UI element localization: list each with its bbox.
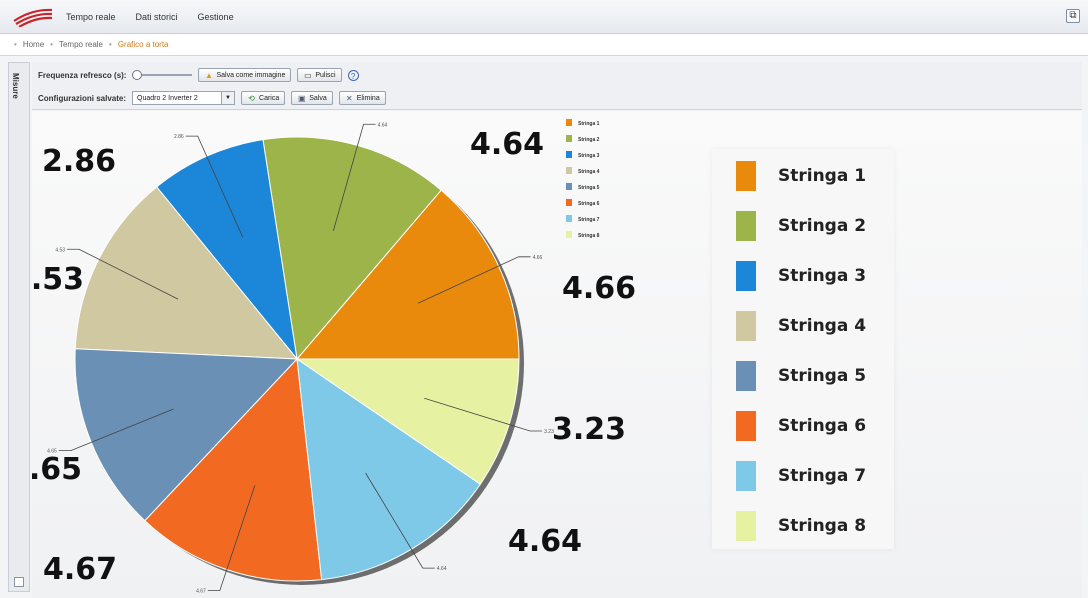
breadcrumb-current: Grafico a torta bbox=[117, 40, 169, 49]
refresh-slider[interactable] bbox=[132, 70, 193, 80]
mini-legend-swatch bbox=[566, 183, 572, 190]
legend-swatch bbox=[736, 211, 756, 241]
config-select-value: Quadro 2 Inverter 2 bbox=[137, 94, 198, 102]
slice-value-label: 4.67 bbox=[43, 552, 117, 587]
slice-value-label-small: 4.64 bbox=[378, 122, 388, 128]
configs-label: Configurazioni salvate: bbox=[38, 93, 127, 103]
legend-swatch bbox=[736, 261, 756, 291]
trash-icon: ✕ bbox=[345, 93, 353, 103]
chevron-down-icon[interactable]: ▼ bbox=[221, 92, 235, 104]
legend-label: Stringa 2 bbox=[778, 216, 867, 236]
legend-label: Stringa 6 bbox=[778, 416, 867, 436]
mini-legend-label: Stringa 5 bbox=[578, 185, 600, 191]
mini-legend-swatch bbox=[566, 135, 572, 142]
legend-label: Stringa 5 bbox=[778, 366, 867, 386]
floppy-icon: ▣ bbox=[297, 93, 306, 103]
mini-legend-swatch bbox=[566, 231, 572, 238]
slice-value-label: 3.23 bbox=[552, 412, 626, 447]
mini-legend-swatch bbox=[566, 151, 572, 158]
load-icon: ⟲ bbox=[248, 93, 255, 103]
legend-item: Stringa 8 bbox=[736, 509, 866, 543]
help-icon[interactable]: ? bbox=[347, 69, 359, 81]
legend-swatch bbox=[736, 411, 756, 441]
chart-area: 4.664.664.644.642.862.864.534.534.654.65… bbox=[32, 111, 1082, 598]
mini-legend-label: Stringa 3 bbox=[578, 153, 600, 159]
slice-value-label: 4.66 bbox=[562, 271, 636, 306]
breadcrumb-home[interactable]: Home bbox=[23, 40, 44, 49]
slider-knob[interactable] bbox=[132, 70, 143, 80]
legend-item: Stringa 3 bbox=[736, 259, 866, 293]
legend-label: Stringa 8 bbox=[778, 516, 867, 536]
legend-item: Stringa 1 bbox=[736, 159, 866, 193]
legend-label: Stringa 1 bbox=[778, 166, 867, 186]
slice-value-label-small: 4.67 bbox=[196, 588, 206, 594]
refresh-label: Frequenza refresco (s): bbox=[38, 70, 127, 80]
delete-button[interactable]: ✕ Elimina bbox=[338, 91, 386, 105]
legend-item: Stringa 2 bbox=[736, 209, 866, 243]
chart-legend: Stringa 1 Stringa 2 Stringa 3 Stringa 4 Stri… bbox=[712, 149, 894, 549]
slice-value-label: 4.65 bbox=[32, 452, 82, 487]
legend-item: Stringa 5 bbox=[736, 359, 866, 393]
legend-swatch bbox=[736, 311, 756, 341]
slice-value-label: 4.64 bbox=[470, 127, 544, 162]
slice-value-label: 2.86 bbox=[42, 144, 116, 179]
clear-label: Pulisci bbox=[315, 71, 336, 79]
mini-legend-label: Stringa 2 bbox=[578, 137, 600, 143]
slice-value-label-small: 2.86 bbox=[174, 134, 184, 140]
nav-tempo-reale[interactable]: Tempo reale bbox=[66, 12, 116, 22]
slice-value-label-small: 4.66 bbox=[533, 255, 543, 261]
chart-toolbar: Frequenza refresco (s): ▲ Salva come imm… bbox=[32, 62, 1082, 110]
legend-label: Stringa 4 bbox=[778, 316, 867, 336]
slice-value-label: 4.53 bbox=[32, 262, 84, 297]
side-tab-toggle[interactable] bbox=[14, 577, 24, 587]
legend-item: Stringa 4 bbox=[736, 309, 866, 343]
breadcrumb-tempo-reale[interactable]: Tempo reale bbox=[59, 40, 103, 49]
clear-button[interactable]: ▭ Pulisci bbox=[297, 68, 342, 82]
save-image-button[interactable]: ▲ Salva come immagine bbox=[198, 68, 292, 82]
pie-chart: 4.664.664.644.642.862.864.534.534.654.65… bbox=[32, 119, 636, 594]
side-tab-label: Misure bbox=[11, 73, 20, 99]
warning-icon: ▲ bbox=[205, 70, 213, 80]
breadcrumb-bullet-icon: • bbox=[14, 40, 17, 49]
mini-legend-label: Stringa 7 bbox=[578, 217, 600, 223]
nav-gestione[interactable]: Gestione bbox=[198, 12, 234, 22]
breadcrumb-bullet-icon: • bbox=[109, 40, 112, 49]
mini-legend-swatch bbox=[566, 215, 572, 222]
slice-value-label-small: 4.53 bbox=[55, 247, 65, 253]
mini-legend-label: Stringa 4 bbox=[578, 169, 600, 175]
mini-legend-swatch bbox=[566, 167, 572, 174]
breadcrumb-bullet-icon: • bbox=[50, 40, 53, 49]
legend-item: Stringa 6 bbox=[736, 409, 866, 443]
side-tab-misure[interactable]: Misure bbox=[8, 62, 30, 592]
top-navbar: Tempo reale Dati storici Gestione ⧉ bbox=[0, 0, 1088, 34]
legend-swatch bbox=[736, 161, 756, 191]
config-select[interactable]: Quadro 2 Inverter 2 ▼ bbox=[132, 91, 236, 105]
company-logo bbox=[13, 8, 53, 27]
eraser-icon: ▭ bbox=[304, 70, 312, 80]
mini-legend-label: Stringa 1 bbox=[578, 121, 600, 127]
breadcrumb: • Home • Tempo reale • Grafico a torta bbox=[0, 34, 1088, 56]
slice-value-label: 4.64 bbox=[508, 524, 582, 559]
mini-legend-swatch bbox=[566, 199, 572, 206]
save-label: Salva bbox=[309, 94, 327, 102]
slice-value-label-small: 4.64 bbox=[437, 566, 447, 572]
mini-legend-label: Stringa 6 bbox=[578, 201, 600, 207]
nav-dati-storici[interactable]: Dati storici bbox=[136, 12, 178, 22]
save-image-label: Salva come immagine bbox=[216, 71, 286, 79]
mini-legend-swatch bbox=[566, 119, 572, 126]
legend-swatch bbox=[736, 461, 756, 491]
legend-swatch bbox=[736, 361, 756, 391]
delete-label: Elimina bbox=[356, 94, 380, 102]
legend-label: Stringa 3 bbox=[778, 266, 867, 286]
legend-item: Stringa 7 bbox=[736, 459, 866, 493]
window-restore-icon[interactable]: ⧉ bbox=[1066, 9, 1080, 23]
legend-label: Stringa 7 bbox=[778, 466, 867, 486]
mini-legend-label: Stringa 8 bbox=[578, 233, 600, 239]
legend-swatch bbox=[736, 511, 756, 541]
load-label: Carica bbox=[259, 94, 280, 102]
load-button[interactable]: ⟲ Carica bbox=[241, 91, 286, 105]
save-button[interactable]: ▣ Salva bbox=[291, 91, 333, 105]
